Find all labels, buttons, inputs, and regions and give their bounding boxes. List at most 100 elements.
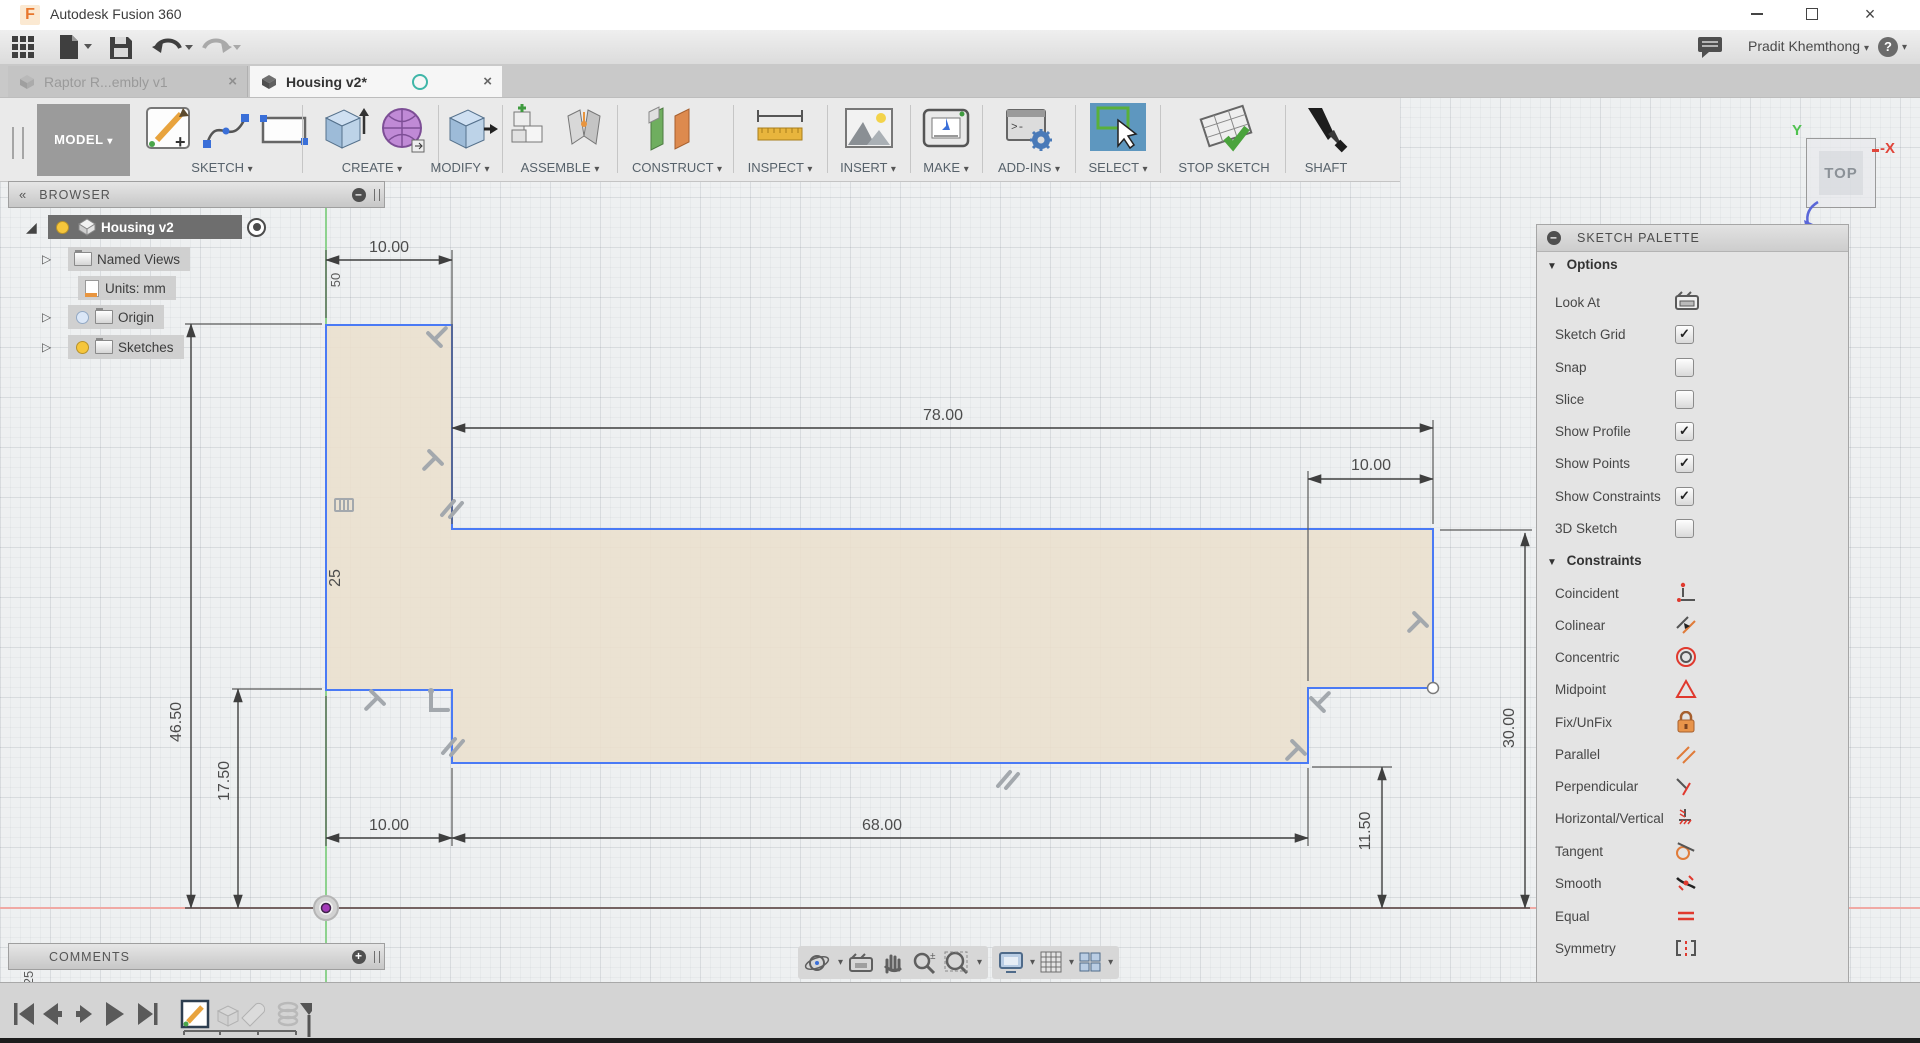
look-at-button[interactable] <box>1675 291 1701 311</box>
tree-item-housing-v2[interactable]: ◢ Housing v2 <box>26 215 266 239</box>
expander-icon[interactable]: ◢ <box>26 219 42 236</box>
timeline-sketch-feature[interactable] <box>182 1001 208 1027</box>
timeline-suppressed-feature[interactable] <box>242 1003 265 1026</box>
dim-right-height[interactable]: 30.00 <box>1501 708 1518 748</box>
chevron-down-icon[interactable]: ▾ <box>838 957 843 968</box>
tree-item-named-views[interactable]: ▷ Named Views <box>42 247 190 271</box>
timeline-position-marker[interactable] <box>300 1003 312 1037</box>
tree-item-origin[interactable]: ▷ Origin <box>42 305 164 329</box>
zoom-window-icon[interactable] <box>943 950 973 976</box>
notifications-icon[interactable] <box>1698 37 1724 59</box>
file-menu-icon[interactable] <box>58 35 94 59</box>
menu-create[interactable]: CREATE ▾ <box>322 160 422 175</box>
visibility-bulb-icon[interactable] <box>76 311 89 324</box>
look-at-icon[interactable] <box>847 950 875 976</box>
browser-panel-header[interactable]: « BROWSER – <box>8 181 385 208</box>
button-stop-sketch-toolbar[interactable]: STOP SKETCH <box>1168 160 1280 175</box>
menu-make[interactable]: MAKE ▾ <box>912 160 980 175</box>
origin-point[interactable] <box>314 896 338 920</box>
help-button[interactable]: ? <box>1878 37 1898 57</box>
dim-column-depth[interactable]: 25 <box>327 569 344 587</box>
display-settings-icon[interactable] <box>998 950 1026 976</box>
coincident-constraint-button[interactable] <box>1675 582 1697 604</box>
orbit-icon[interactable] <box>804 950 834 976</box>
expander-icon[interactable]: ▷ <box>42 340 58 354</box>
go-to-start-button[interactable] <box>14 1003 34 1025</box>
snap-checkbox[interactable] <box>1675 358 1694 377</box>
menu-select[interactable]: SELECT ▾ <box>1080 160 1156 175</box>
dim-top-width[interactable]: 10.00 <box>369 239 409 256</box>
viewcube[interactable]: TOP <box>1806 138 1876 208</box>
stopsketch-group-icons[interactable] <box>1198 104 1258 154</box>
app-launcher-icon[interactable] <box>12 36 36 58</box>
panel-collapse-icon[interactable]: – <box>352 188 366 202</box>
viewcube-face-top[interactable]: TOP <box>1819 151 1863 195</box>
construct-group-icons[interactable] <box>645 104 701 154</box>
chevron-down-icon[interactable]: ▾ <box>1069 957 1074 968</box>
save-icon[interactable] <box>110 35 132 59</box>
comments-panel-header[interactable]: COMMENTS + <box>8 943 385 970</box>
timeline-controls[interactable] <box>12 999 312 1039</box>
sketch-point[interactable] <box>1428 683 1439 694</box>
chevron-down-icon[interactable]: ▾ <box>977 957 982 968</box>
horizontal-vertical-constraint-button[interactable] <box>1675 807 1697 829</box>
concentric-constraint-button[interactable] <box>1675 646 1697 668</box>
toolbar-grip-handle[interactable] <box>12 127 24 159</box>
create-group-icons[interactable] <box>320 104 432 154</box>
button-shaft[interactable]: SHAFT <box>1298 160 1354 175</box>
menu-assemble[interactable]: ASSEMBLE ▾ <box>510 160 610 175</box>
assemble-group-icons[interactable] <box>510 104 610 154</box>
tangent-constraint-button[interactable] <box>1675 840 1697 862</box>
maximize-button[interactable] <box>1790 0 1834 30</box>
show-constraints-checkbox[interactable]: ✓ <box>1675 487 1694 506</box>
parallel-constraint-button[interactable] <box>1675 743 1697 765</box>
shaft-group-icons[interactable] <box>1300 104 1352 154</box>
dim-bottom-length[interactable]: 68.00 <box>862 817 902 834</box>
expander-icon[interactable]: ▷ <box>42 252 58 266</box>
show-profile-checkbox[interactable]: ✓ <box>1675 422 1694 441</box>
activate-component-radio[interactable] <box>247 218 266 237</box>
go-to-end-button[interactable] <box>138 1003 158 1025</box>
show-points-checkbox[interactable]: ✓ <box>1675 454 1694 473</box>
play-button[interactable] <box>106 1002 124 1026</box>
undo-icon[interactable] <box>152 36 194 58</box>
user-menu[interactable]: Pradit Khemthong ▾ <box>1748 38 1869 54</box>
section-options[interactable]: ▼ Options <box>1547 257 1618 272</box>
close-tab-icon[interactable]: × <box>228 73 237 90</box>
close-button[interactable]: × <box>1848 0 1892 30</box>
dim-step-height[interactable]: 17.50 <box>216 761 233 801</box>
visibility-bulb-icon[interactable] <box>76 341 89 354</box>
workspace-switcher[interactable]: MODEL ▾ <box>37 104 130 176</box>
dim-right-step[interactable]: 11.50 <box>1357 811 1374 850</box>
collapse-panel-icon[interactable]: « <box>19 187 25 202</box>
redo-icon[interactable] <box>200 36 242 58</box>
dim-left-height[interactable]: 46.50 <box>168 702 185 742</box>
tab-raptor-assembly[interactable]: Raptor R...embly v1 × <box>8 66 248 97</box>
timeline-suppressed-feature[interactable] <box>218 1006 238 1026</box>
equal-constraint-button[interactable] <box>1675 905 1697 927</box>
grid-layout-icon[interactable] <box>1039 950 1065 976</box>
add-comment-icon[interactable]: + <box>352 950 366 964</box>
chevron-down-icon[interactable]: ▾ <box>1108 957 1113 968</box>
step-forward-button[interactable] <box>76 1005 92 1023</box>
menu-addins[interactable]: ADD-INS ▾ <box>988 160 1070 175</box>
panel-drag-handle[interactable] <box>374 951 380 963</box>
make-group-icons[interactable] <box>920 104 974 154</box>
menu-modify[interactable]: MODIFY ▾ <box>410 160 510 175</box>
menu-construct[interactable]: CONSTRUCT ▾ <box>622 160 732 175</box>
visibility-bulb-icon[interactable] <box>56 221 69 234</box>
chevron-down-icon[interactable]: ▾ <box>1030 957 1035 968</box>
tree-item-units[interactable]: Units: mm <box>78 276 176 300</box>
step-back-button[interactable] <box>43 1003 62 1025</box>
expander-icon[interactable]: ▷ <box>42 310 58 324</box>
perpendicular-constraint-button[interactable] <box>1675 775 1697 797</box>
fix-unfix-constraint-button[interactable] <box>1675 711 1697 733</box>
dim-bottom-left-width[interactable]: 10.00 <box>369 817 409 834</box>
dim-overall-length[interactable]: 78.00 <box>923 407 963 424</box>
midpoint-constraint-button[interactable] <box>1675 678 1697 700</box>
insert-group-icons[interactable] <box>843 104 897 154</box>
inspect-group-icons[interactable] <box>752 104 808 154</box>
sketch-palette-header[interactable]: – SKETCH PALETTE <box>1537 225 1848 252</box>
addins-group-icons[interactable]: >- <box>1003 104 1057 154</box>
3d-sketch-checkbox[interactable] <box>1675 519 1694 538</box>
